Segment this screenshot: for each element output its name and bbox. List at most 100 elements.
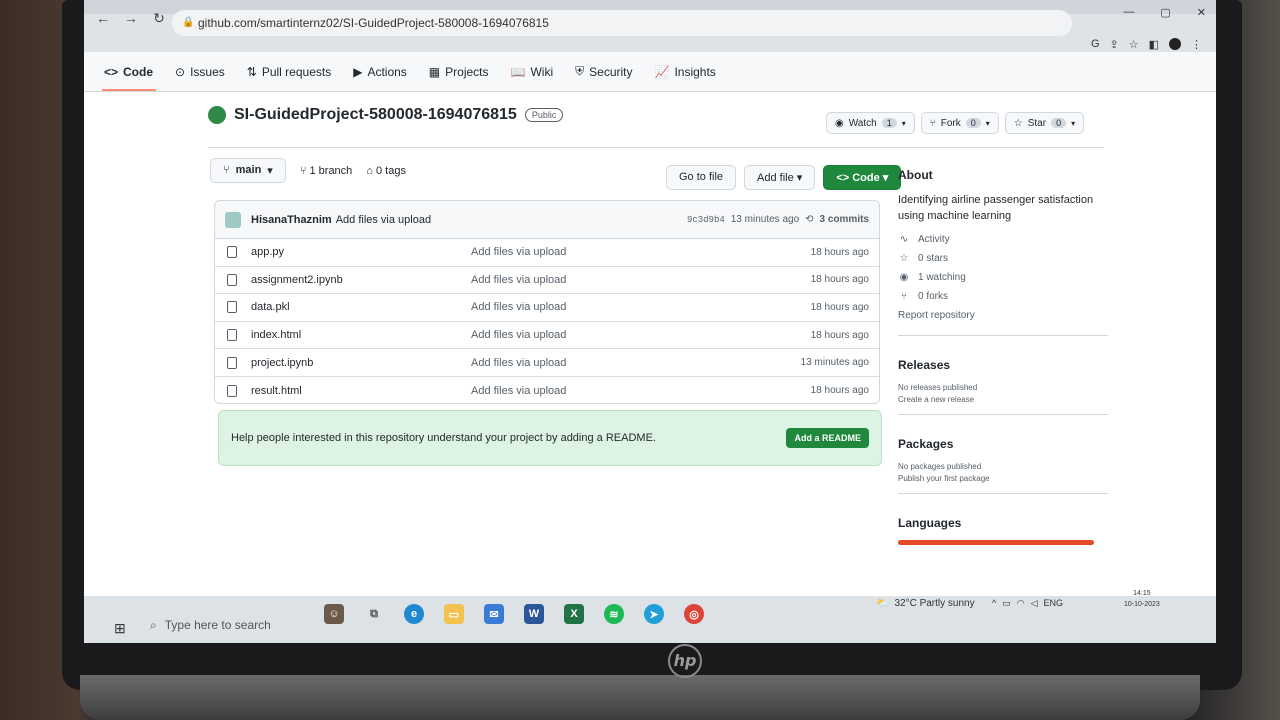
releases-heading[interactable]: Releases [898,358,1108,372]
windows-start-icon[interactable]: ⊞ [114,620,126,637]
history-icon: ⟲ [805,214,814,225]
cortana-icon[interactable]: ☺ [324,604,344,624]
chrome-icon[interactable]: ◎ [684,604,704,624]
bookmark-star-icon[interactable]: ☆ [1129,38,1139,51]
header-divider [208,147,1104,148]
security-icon: ⛨ [575,64,585,78]
file-commit-message[interactable]: Add files via upload [471,274,566,286]
file-name[interactable]: result.html [251,385,471,397]
forward-icon[interactable]: → [124,10,138,27]
menu-icon[interactable]: ⋮ [1191,38,1202,51]
file-row[interactable]: data.pkl Add files via upload 18 hours ago [215,294,879,322]
tab-pull-requests[interactable]: ⇅ Pull requests [247,65,331,79]
branch-select[interactable]: ⑂ main ▾ [210,158,286,183]
chevron-down-icon: ▾ [901,118,906,128]
eye-icon: ◉ [899,272,909,283]
commit-sha[interactable]: 9c3d9b4 [687,215,725,225]
add-file-button[interactable]: Add file ▾ [744,165,816,190]
file-row[interactable]: assignment2.ipynb Add files via upload 18 … [215,267,879,295]
file-name[interactable]: index.html [251,329,471,341]
file-row[interactable]: result.html Add files via upload 18 hours … [215,377,879,403]
back-icon[interactable]: ← [96,10,110,27]
file-row[interactable]: project.ipynb Add files via upload 13 minu… [215,349,879,377]
word-icon[interactable]: W [524,604,544,624]
clock-time: 14:15 [1133,590,1151,597]
commit-message[interactable]: Add files via upload [336,214,431,226]
address-bar[interactable]: 🔒 github.com/smartinternz02/SI-GuidedPro… [172,10,1072,36]
tab-projects[interactable]: ▦ Projects [429,65,489,79]
file-name[interactable]: project.ipynb [251,357,471,369]
tab-actions[interactable]: ▶ Actions [353,65,407,79]
language-indicator[interactable]: ENG [1044,598,1064,609]
tab-wiki[interactable]: 📖 Wiki [511,65,554,79]
telegram-icon[interactable]: ➤ [644,604,664,624]
tab-insights[interactable]: 📈 Insights [655,65,716,79]
tab-code[interactable]: <> Code [104,65,153,79]
task-view-icon[interactable]: ⧉ [364,604,384,624]
file-commit-message[interactable]: Add files via upload [471,246,566,258]
file-name[interactable]: data.pkl [251,301,471,313]
tab-issues[interactable]: ⊙ Issues [175,65,225,79]
watching-link[interactable]: ◉ 1 watching [898,272,1108,283]
create-release-link[interactable]: Create a new release [898,394,1108,406]
watch-count: 1 [881,118,897,128]
eye-icon: ◉ [835,117,844,129]
tags-link[interactable]: ⌂ 0 tags [366,165,406,177]
edge-icon[interactable]: e [404,604,424,624]
file-icon [227,273,237,286]
branches-link[interactable]: ⑂ 1 branch [300,165,352,177]
repo-owner-avatar[interactable] [208,106,226,124]
file-row[interactable]: app.py Add files via upload 18 hours ago [215,239,879,267]
file-name[interactable]: assignment2.ipynb [251,274,471,286]
excel-icon[interactable]: X [564,604,584,624]
file-row[interactable]: index.html Add files via upload 18 hours a… [215,322,879,350]
wifi-icon[interactable]: ◠ [1017,598,1025,609]
mail-icon[interactable]: ✉ [484,604,504,624]
file-commit-message[interactable]: Add files via upload [471,301,566,313]
activity-link[interactable]: ∿ Activity [898,234,1108,245]
file-name[interactable]: app.py [251,246,471,258]
code-button[interactable]: <> Code ▾ [823,165,902,190]
publish-package-link[interactable]: Publish your first package [898,473,1108,485]
fork-count: 0 [965,118,981,128]
close-icon[interactable]: ✕ [1197,6,1206,19]
profile-avatar[interactable] [1169,38,1181,50]
taskbar-clock[interactable]: 14:15 10-10-2023 [1124,588,1160,610]
packages-heading[interactable]: Packages [898,437,1108,451]
sidepanel-icon[interactable]: ◧ [1149,38,1159,51]
spotify-icon[interactable]: ≋ [604,604,624,624]
minimize-icon[interactable]: — [1123,6,1134,19]
tab-security[interactable]: ⛨ Security [575,64,632,79]
repo-name[interactable]: SI-GuidedProject-580008-1694076815 [234,106,517,124]
weather-widget[interactable]: ⛅ 32°C Partly sunny [876,598,975,609]
maximize-icon[interactable]: ▢ [1160,6,1170,19]
forks-link[interactable]: ⑂ 0 forks [898,291,1108,302]
file-commit-message[interactable]: Add files via upload [471,357,566,369]
commit-author[interactable]: HisanaThaznim [251,214,332,226]
branch-icon: ⑂ [223,164,230,176]
go-to-file-button[interactable]: Go to file [666,165,737,190]
file-explorer-icon[interactable]: ▭ [444,604,464,624]
stars-link[interactable]: ☆ 0 stars [898,253,1108,264]
commit-author-avatar[interactable] [225,211,241,228]
reload-icon[interactable]: ↻ [152,10,166,27]
file-commit-message[interactable]: Add files via upload [471,329,566,341]
file-time: 18 hours ago [810,301,869,313]
chevron-up-icon[interactable]: ^ [992,598,996,609]
watch-button[interactable]: ◉ Watch 1 ▾ [826,112,915,134]
google-icon[interactable]: G [1091,38,1100,51]
add-readme-button[interactable]: Add a README [786,428,869,448]
share-icon[interactable]: ⇪ [1110,38,1119,51]
report-repository-link[interactable]: Report repository [898,310,1108,321]
file-time: 18 hours ago [810,329,869,341]
screen: ← → ↻ 🔒 github.com/smartinternz02/SI-Gui… [84,0,1216,643]
volume-icon[interactable]: ◁ [1031,598,1038,609]
star-button[interactable]: ☆ Star 0 ▾ [1004,112,1085,134]
file-commit-message[interactable]: Add files via upload [471,385,566,397]
browser-nav: ← → ↻ [96,10,166,27]
fork-button[interactable]: ⑂ Fork 0 ▾ [920,112,999,134]
clock-date: 10-10-2023 [1124,601,1160,608]
taskbar-search[interactable]: ⌕ Type here to search [144,610,314,640]
commits-link[interactable]: 3 commits [820,214,869,225]
battery-icon[interactable]: ▭ [1002,598,1011,609]
